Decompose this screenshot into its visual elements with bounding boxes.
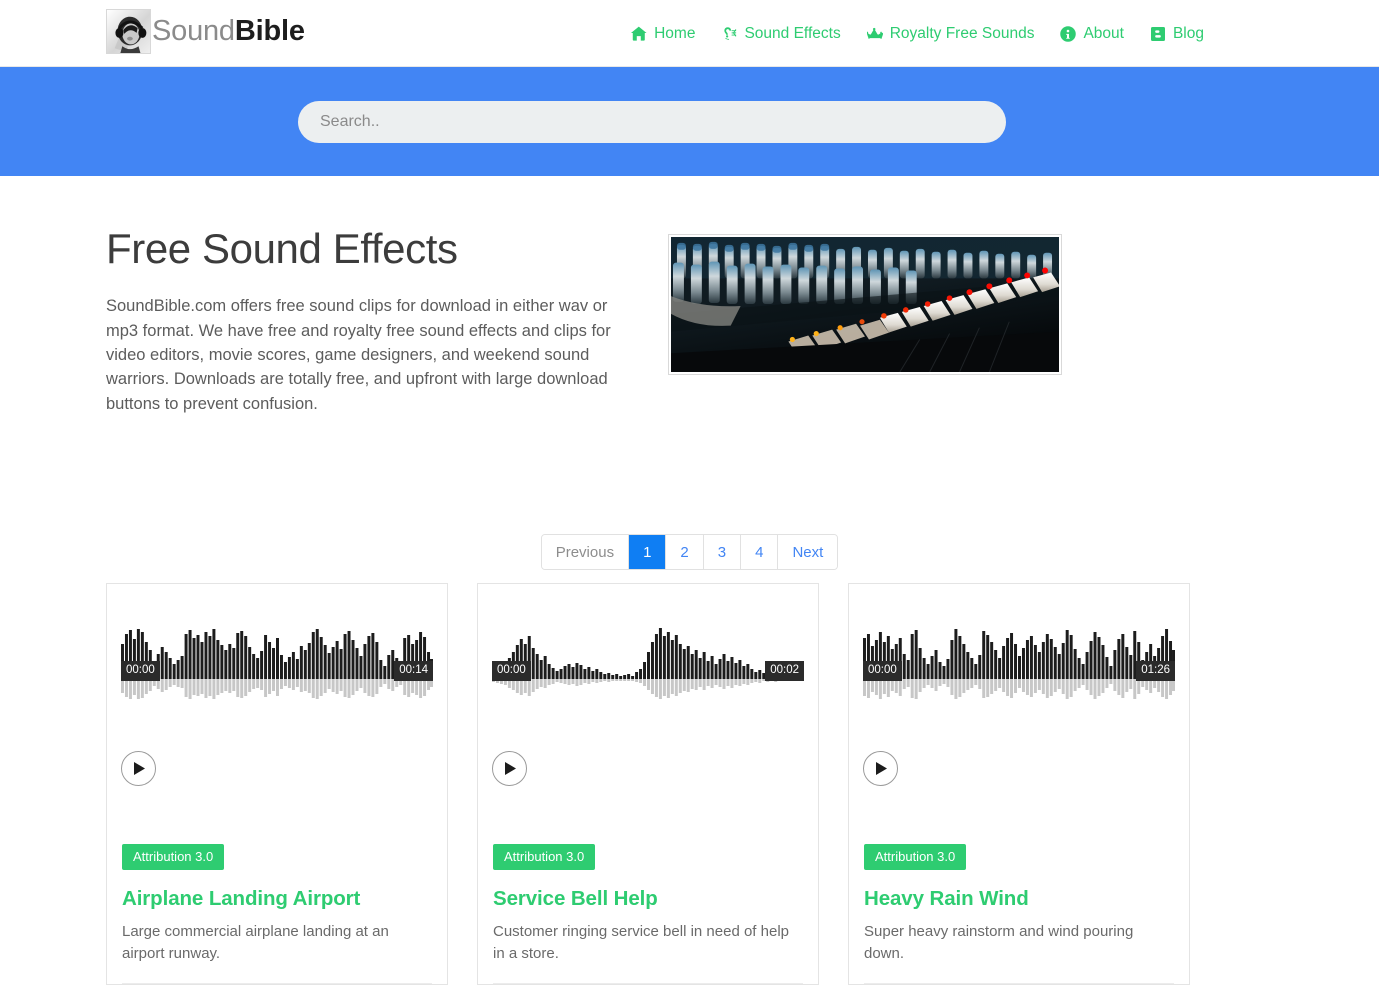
intro-section: Free Sound Effects SoundBible.com offers… [0,176,1379,416]
intro-image-column [668,226,1062,416]
crown-icon [866,26,883,42]
sound-card: 00:00 00:02 Attribution 3.0 Service Bell… [477,583,819,985]
waveform-graphic[interactable]: 00:00 00:02 [492,614,804,709]
card-meta: Attribution 3.0 Airplane Landing Airport… [107,786,447,984]
play-icon [875,762,887,776]
sound-description: Large commercial airplane landing at an … [122,923,389,962]
nav-label-sound-effects: Sound Effects [744,24,841,42]
logo-wordmark: SoundBible [152,9,305,54]
search-band [0,67,1379,176]
nav-item-about[interactable]: About [1060,25,1124,43]
play-icon [133,762,145,776]
pagination-row: Previous 1 2 3 4 Next [0,534,1379,571]
search-input[interactable] [298,100,1006,143]
home-icon [631,26,647,42]
play-button[interactable] [492,751,527,787]
pagination-page-3[interactable]: 3 [703,535,742,570]
waveform-time-start: 00:00 [492,660,531,682]
card-meta: Attribution 3.0 Heavy Rain Wind Super he… [849,786,1189,984]
sound-title-link[interactable]: Heavy Rain Wind [864,887,1174,911]
nav-label-home: Home [654,24,696,42]
card-divider [864,982,1174,984]
logo-headphones-icon [106,8,151,54]
nav-label-about: About [1083,24,1124,42]
sound-title-link[interactable]: Service Bell Help [493,887,803,911]
nav-item-royalty-free-sounds[interactable]: Royalty Free Sounds [866,24,1035,43]
pagination-page-1[interactable]: 1 [629,535,667,570]
pagination-previous[interactable]: Previous [541,535,630,570]
intro-text-column: Free Sound Effects SoundBible.com offers… [106,225,646,416]
card-divider [493,982,803,984]
main-navigation: Home Sound Effects Royalty Free Sounds A… [631,0,1204,67]
sound-description: Customer ringing service bell in need of… [493,923,789,962]
waveform-time-end: 01:26 [1136,660,1175,682]
mixing-console-image [668,234,1062,375]
sound-card: 00:00 01:26 Attribution 3.0 Heavy Rain W… [848,583,1190,985]
intro-paragraph: SoundBible.com offers free sound clips f… [106,297,611,413]
waveform-time-end: 00:14 [394,660,433,682]
sound-card: 00:00 00:14 Attribution 3.0 Airplane Lan… [106,583,448,985]
info-circle-icon [1060,25,1077,42]
license-badge: Attribution 3.0 [493,844,596,871]
logo-word-sound: Sound [152,14,235,47]
play-icon [504,762,516,776]
pagination-next[interactable]: Next [778,535,838,570]
play-button[interactable] [121,751,156,787]
play-button[interactable] [863,751,898,787]
license-badge: Attribution 3.0 [122,844,225,871]
card-divider [122,982,432,984]
waveform-time-start: 00:00 [863,660,902,682]
card-meta: Attribution 3.0 Service Bell Help Custom… [478,786,818,984]
assistive-listening-icon [721,26,737,42]
sound-description: Super heavy rainstorm and wind pouring d… [864,923,1134,962]
waveform-graphic[interactable]: 00:00 00:14 [121,614,433,709]
waveform-time-start: 00:00 [121,660,160,682]
waveform-player[interactable]: 00:00 00:02 [478,584,818,739]
waveform-graphic[interactable]: 00:00 01:26 [863,614,1175,709]
pagination: Previous 1 2 3 4 Next [540,534,839,571]
nav-label-blog: Blog [1172,24,1204,42]
nav-item-home[interactable]: Home [631,25,695,43]
page-title: Free Sound Effects [106,225,458,272]
pagination-page-2[interactable]: 2 [666,535,704,570]
blogger-b-icon [1150,26,1166,42]
nav-label-royalty-free-sounds: Royalty Free Sounds [889,24,1035,42]
logo-word-bible: Bible [234,14,305,47]
pagination-page-4[interactable]: 4 [741,535,779,570]
waveform-time-end: 00:02 [765,660,804,682]
license-badge: Attribution 3.0 [864,844,967,871]
site-header: SoundBible Home Sound Effects Royalty Fr… [0,0,1379,67]
nav-item-sound-effects[interactable]: Sound Effects [721,24,841,43]
sound-title-link[interactable]: Airplane Landing Airport [122,887,432,911]
nav-item-blog[interactable]: Blog [1150,25,1204,43]
waveform-player[interactable]: 00:00 01:26 [849,584,1189,739]
site-logo[interactable]: SoundBible [106,8,305,54]
waveform-player[interactable]: 00:00 00:14 [107,584,447,739]
search-wrapper [298,100,1006,143]
sound-card-grid: 00:00 00:14 Attribution 3.0 Airplane Lan… [106,583,1379,985]
